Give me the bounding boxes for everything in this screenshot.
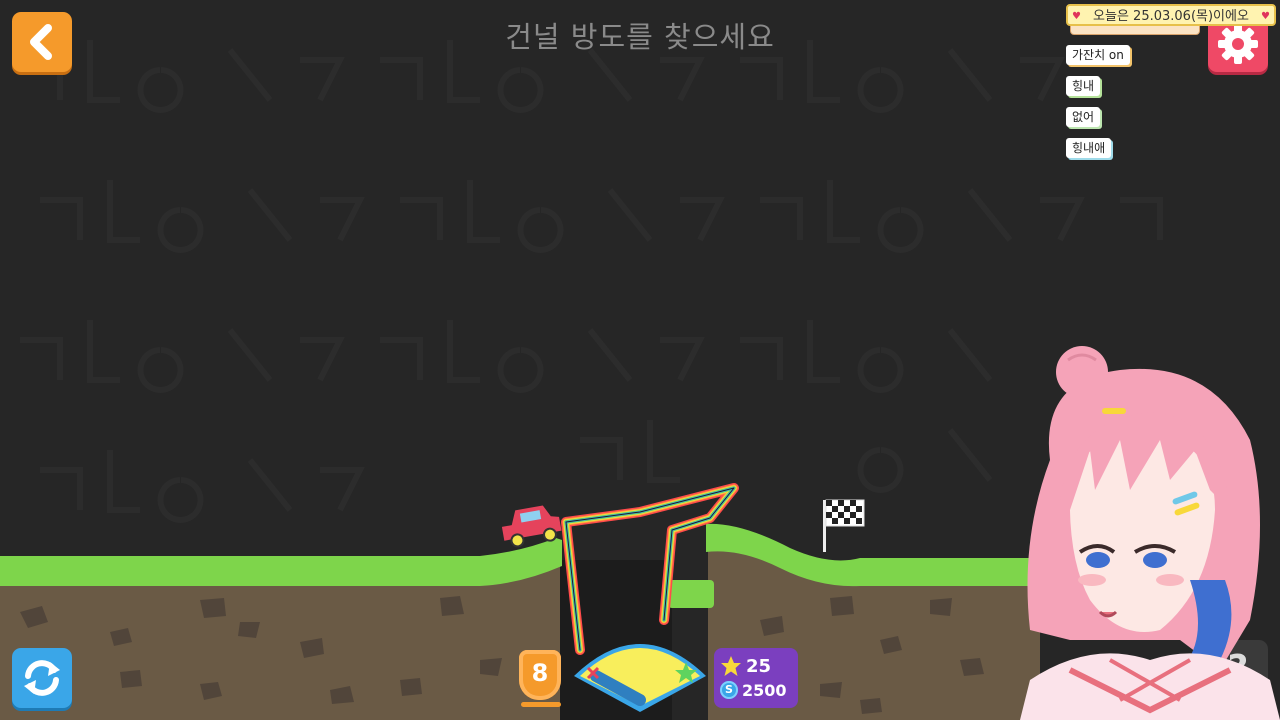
heart-icon: ♥ (1261, 11, 1270, 22)
date-notice: ♥ 오늘은 25.03.06(목)이에오 ♥ (1066, 4, 1276, 26)
coins-count: 2500 (742, 680, 787, 700)
score-panel: 25 S 2500 (714, 648, 798, 708)
checkered-flag-icon (823, 499, 865, 552)
level-underline (521, 702, 561, 707)
restart-arrows-icon (24, 660, 60, 696)
left-grass (0, 538, 562, 586)
heart-icon: ♥ (1072, 11, 1081, 22)
floating-block (668, 580, 714, 608)
chat-chip: 없어 (1066, 107, 1101, 127)
star-icon (721, 656, 741, 676)
coin-icon: S (720, 681, 738, 699)
vtuber-avatar (1020, 346, 1280, 720)
back-button[interactable] (12, 12, 72, 72)
stars-count: 25 (746, 655, 772, 677)
back-arrow-icon (30, 24, 52, 60)
level-badge: 8 (519, 650, 561, 700)
chat-chip: 가잔치 on (1066, 45, 1130, 65)
date-notice-text: 오늘은 25.03.06(목)이에오 (1093, 9, 1249, 24)
chat-chip: 힝내 (1066, 76, 1101, 96)
stars-row: 25 (720, 654, 771, 678)
chat-chip: 힝내애 (1066, 138, 1112, 158)
coins-row: S 2500 (720, 678, 787, 702)
restart-button[interactable] (12, 648, 72, 708)
